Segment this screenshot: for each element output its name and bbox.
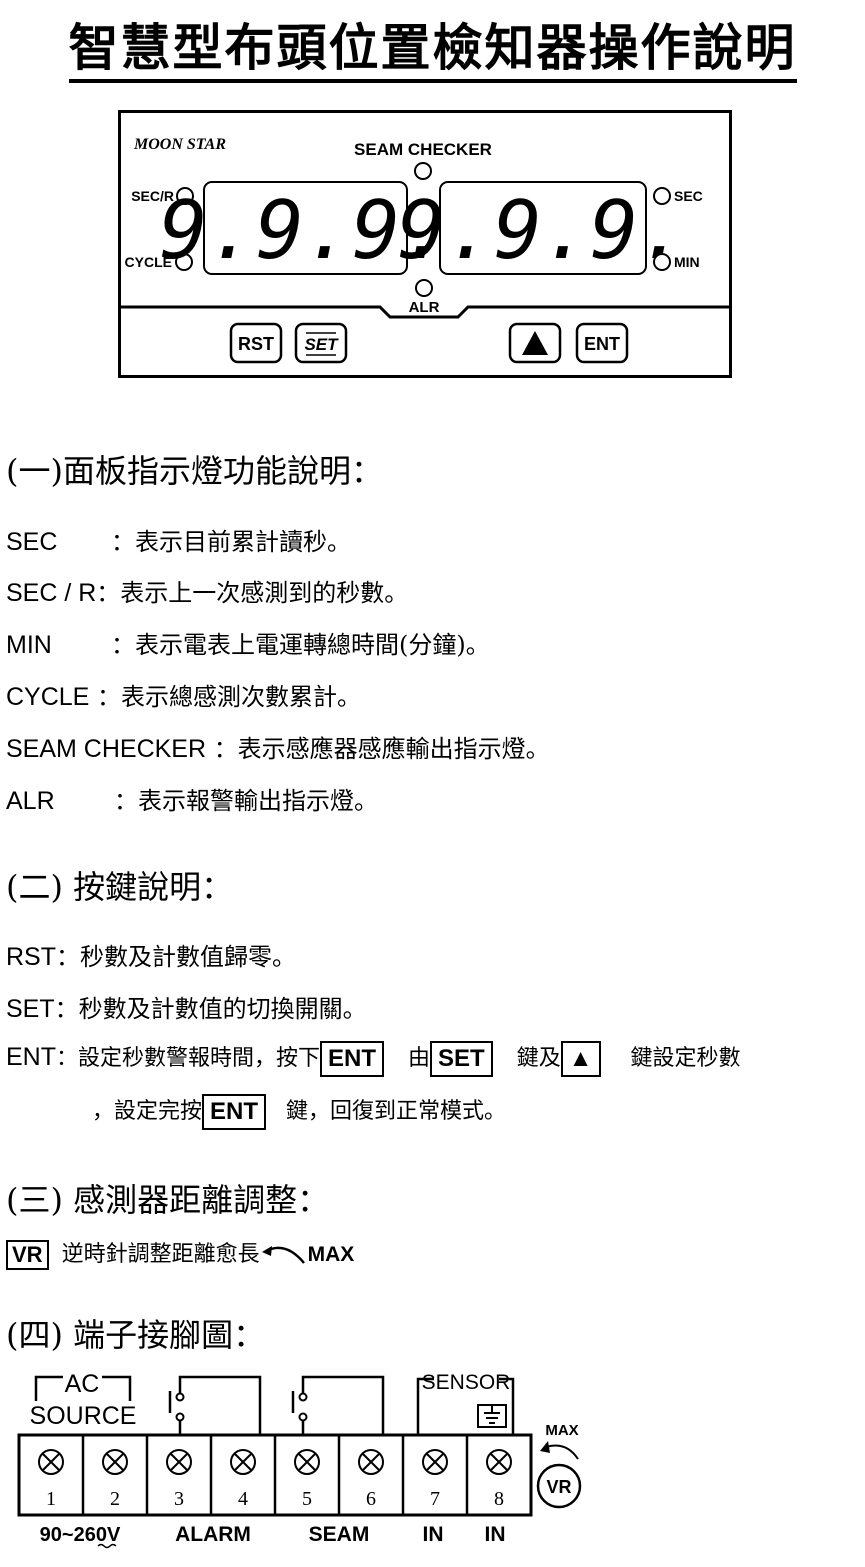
up-key-box: ▲ <box>560 1041 601 1077</box>
terminal-number: 5 <box>302 1488 312 1510</box>
right-display-digits: 9.9.9. <box>398 184 687 277</box>
alarm-relay-icon <box>178 1375 262 1435</box>
sec-led-icon <box>653 187 671 205</box>
ent-description: ENT：設定秒數警報時間，按下 ENT 由 SET 鍵及 ▲ 鍵設定秒數 <box>6 1040 741 1077</box>
terminal-number: 6 <box>366 1488 376 1510</box>
alr-led-icon <box>415 279 433 297</box>
vr-knob-label: VR <box>546 1477 571 1497</box>
section3-heading: (三) 感測器距離調整： <box>6 1181 330 1219</box>
list-item: SEC / R：表示上一次感測到的秒數。 <box>6 579 409 607</box>
vr-adjust-line: VR 逆時針調整距離愈長 MAX <box>6 1236 354 1270</box>
in-label-7: IN <box>423 1523 444 1546</box>
section1-heading: (一)面板指示燈功能說明： <box>6 452 383 490</box>
alr-label: ALR <box>409 299 440 316</box>
ent-description-cont: ，設定完按 ENT 鍵，回復到正常模式。 <box>92 1093 506 1130</box>
vr-arrow-icon <box>545 1444 579 1460</box>
seam-relay-icon <box>301 1375 385 1435</box>
set-key-box: SET <box>430 1041 493 1077</box>
vr-max-label: MAX <box>545 1422 578 1439</box>
terminal-wiring-diagram: AC SOURCE SENSOR 1 2 3 4 5 6 7 8 MAX VR 90~260V… <box>17 1370 582 1549</box>
min-led-icon <box>653 253 671 271</box>
list-item: SEC ：表示目前累計讀秒。 <box>6 528 351 556</box>
section2-heading: (二) 按鍵說明： <box>6 868 234 906</box>
alarm-label: ALARM <box>175 1523 251 1546</box>
section4-heading: (四) 端子接腳圖： <box>6 1316 266 1354</box>
terminal-number: 4 <box>238 1488 248 1510</box>
terminal-number: 7 <box>430 1488 440 1510</box>
ent-button-label: ENT <box>584 334 620 354</box>
source-label: SOURCE <box>30 1402 137 1430</box>
ent-key-box: ENT <box>320 1041 385 1077</box>
seam-checker-label: SEAM CHECKER <box>354 140 492 159</box>
terminal-number: 8 <box>494 1488 504 1510</box>
sec-label: SEC <box>674 188 703 204</box>
ac-label: AC <box>65 1370 100 1398</box>
counterclockwise-arrow-icon <box>261 1246 305 1264</box>
list-item: SEAM CHECKER ：表示感應器感應輸出指示燈。 <box>6 735 550 763</box>
voltage-label: 90~260V <box>40 1524 121 1546</box>
rst-button-label: RST <box>238 334 274 354</box>
terminal-number: 1 <box>46 1488 56 1510</box>
min-label: MIN <box>674 254 700 270</box>
list-item: ALR ：表示報警輸出指示燈。 <box>6 787 378 815</box>
list-item: CYCLE ：表示總感測次數累計。 <box>6 683 362 711</box>
page-title: 智慧型布頭位置檢知器操作說明 <box>0 8 865 83</box>
terminal-number: 2 <box>110 1488 120 1510</box>
set-button-label: SET <box>304 335 339 354</box>
ent-key-box-2: ENT <box>202 1094 267 1130</box>
sensor-label: SENSOR <box>422 1371 511 1394</box>
list-item: MIN ：表示電表上電運轉總時間(分鐘)。 <box>6 631 490 659</box>
control-panel-diagram: MOON STAR SEAM CHECKER SEC/R CYCLE 9.9.9… <box>118 110 732 378</box>
seam-label: SEAM <box>309 1523 370 1546</box>
in-label-8: IN <box>485 1523 506 1546</box>
brand-label: MOON STAR <box>133 136 226 153</box>
terminal-number: 3 <box>174 1488 184 1510</box>
seam-checker-led-icon <box>414 162 432 180</box>
rst-description: RST：秒數及計數值歸零。 <box>6 943 296 971</box>
vr-key-box: VR <box>6 1240 49 1270</box>
set-description: SET：秒數及計數值的切換開關。 <box>6 995 367 1023</box>
